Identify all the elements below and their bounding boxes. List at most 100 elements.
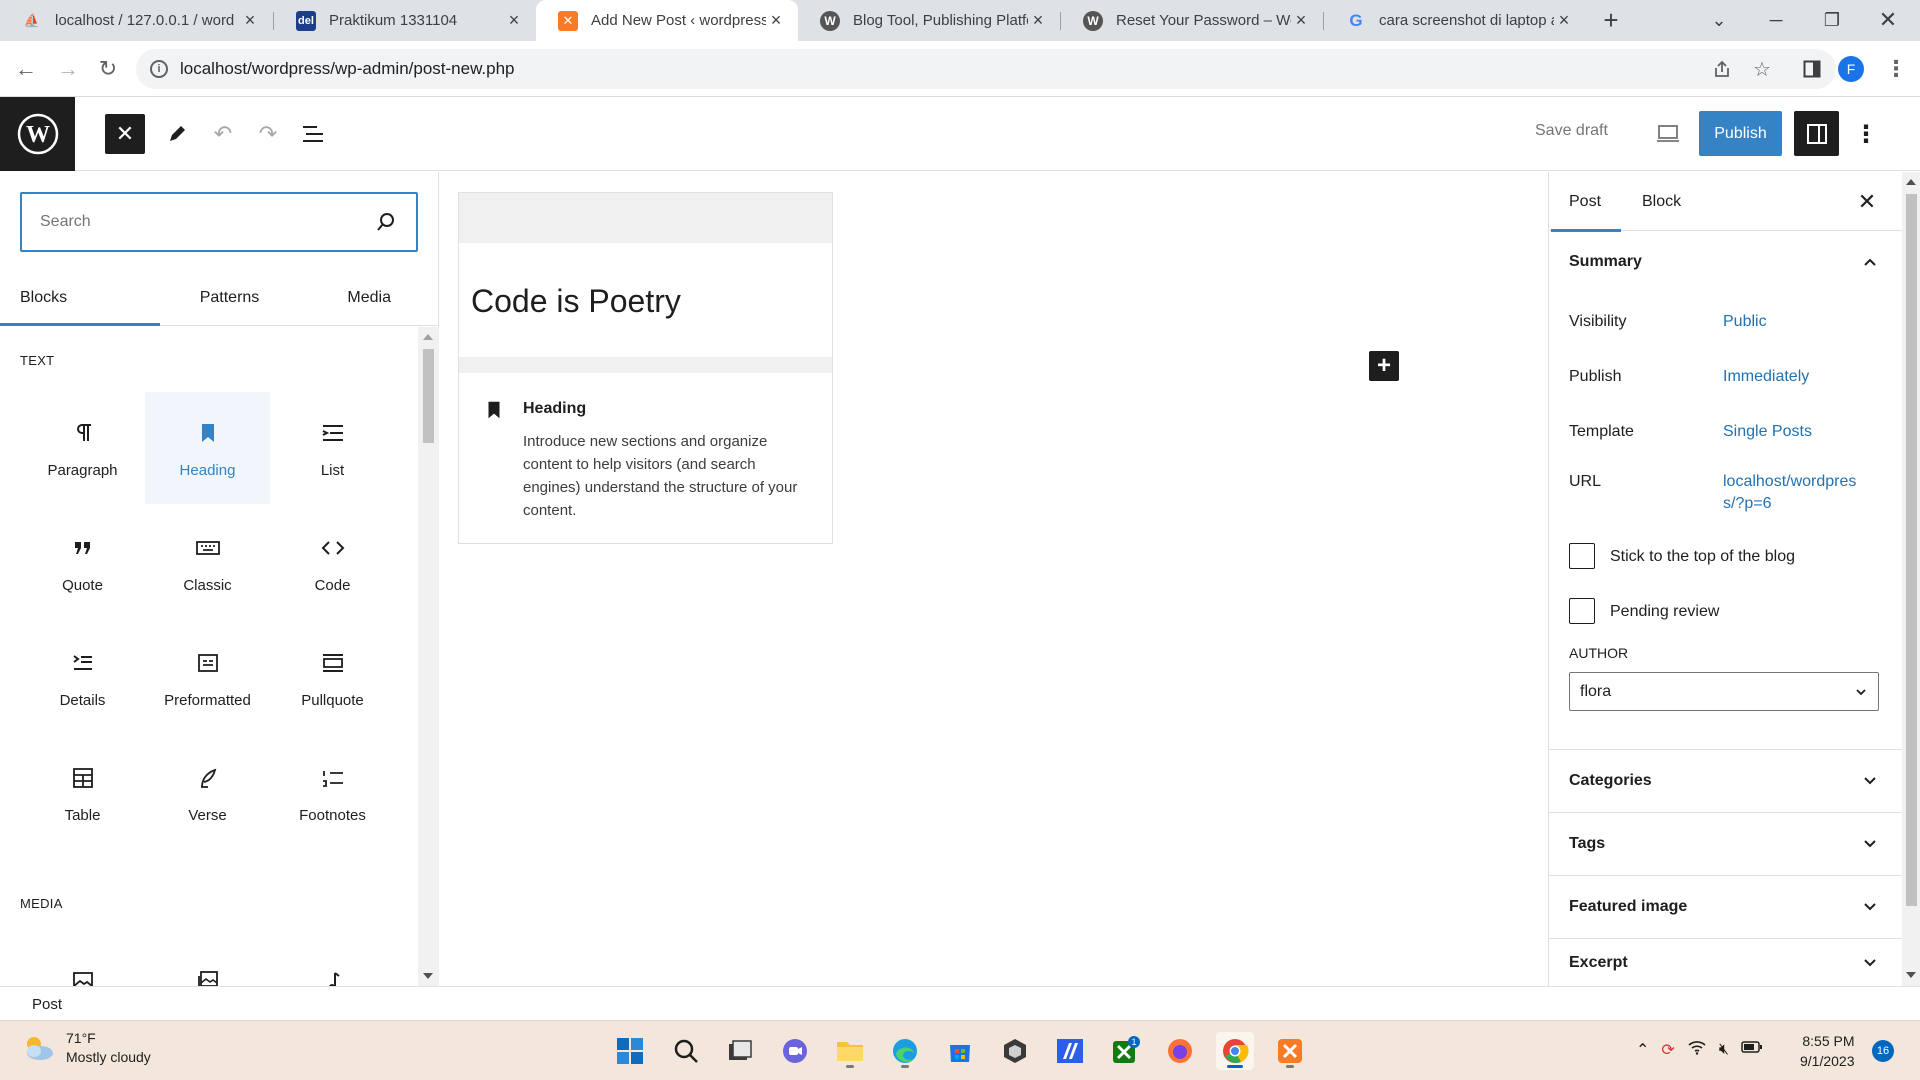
panel-featured-image[interactable]: Featured image <box>1549 875 1902 937</box>
close-icon[interactable]: × <box>766 10 786 31</box>
save-draft-button[interactable]: Save draft <box>1535 122 1608 140</box>
minimize-button[interactable]: ─ <box>1752 4 1800 36</box>
author-select[interactable]: flora <box>1569 672 1879 711</box>
taskbar-search-icon[interactable] <box>667 1032 705 1070</box>
profile-avatar[interactable]: F <box>1838 56 1864 82</box>
publish-value[interactable]: Immediately <box>1723 366 1809 388</box>
browser-tab[interactable]: W Blog Tool, Publishing Platfo × <box>798 0 1060 41</box>
scroll-up-arrow[interactable] <box>1906 179 1916 185</box>
block-gallery[interactable] <box>145 932 270 986</box>
tab-search-icon[interactable]: ⌄ <box>1695 4 1743 36</box>
block-quote[interactable]: Quote <box>20 507 145 619</box>
url-value[interactable]: localhost/wordpres s/?p=6 <box>1723 471 1856 515</box>
breadcrumb[interactable]: Post <box>32 996 62 1013</box>
block-preformatted[interactable]: Preformatted <box>145 622 270 734</box>
file-explorer-icon[interactable] <box>831 1032 869 1070</box>
system-clock[interactable]: 8:55 PM 9/1/2023 <box>1800 1031 1855 1071</box>
maximize-button[interactable]: ❐ <box>1808 4 1856 36</box>
scroll-down-arrow[interactable] <box>423 973 433 979</box>
scrollbar-thumb[interactable] <box>423 349 434 443</box>
browser-tab[interactable]: G cara screenshot di laptop a × <box>1324 0 1586 41</box>
pending-review-checkbox[interactable] <box>1569 598 1595 624</box>
panel-categories[interactable]: Categories <box>1549 749 1902 811</box>
panel-tags[interactable]: Tags <box>1549 812 1902 874</box>
panel-excerpt[interactable]: Excerpt <box>1549 938 1902 986</box>
browser-tab-active[interactable]: ✕ Add New Post ‹ wordpress – × <box>536 0 798 41</box>
close-icon[interactable]: ✕ <box>1851 186 1883 218</box>
visibility-value[interactable]: Public <box>1723 311 1767 333</box>
preview-device-icon[interactable] <box>1650 116 1686 152</box>
wifi-icon[interactable] <box>1687 1039 1707 1060</box>
scroll-down-arrow[interactable] <box>1906 972 1916 978</box>
side-panel-icon[interactable] <box>1796 53 1828 85</box>
block-pullquote[interactable]: Pullquote <box>270 622 395 734</box>
weather-widget[interactable]: 71°F Mostly cloudy <box>20 1029 151 1067</box>
inserter-scrollbar[interactable] <box>418 327 439 986</box>
settings-toggle-button[interactable] <box>1794 111 1839 156</box>
block-table[interactable]: Table <box>20 737 145 849</box>
window-close-button[interactable]: ✕ <box>1864 4 1912 36</box>
panel-summary[interactable]: Summary <box>1549 231 1902 293</box>
block-code[interactable]: Code <box>270 507 395 619</box>
xbox-icon[interactable]: 1 <box>1106 1032 1144 1070</box>
xampp-icon[interactable] <box>1271 1032 1309 1070</box>
volume-muted-icon[interactable]: 🔇︎ <box>1719 1041 1729 1059</box>
forward-button[interactable]: → <box>52 53 84 85</box>
firefox-icon[interactable] <box>1161 1032 1199 1070</box>
block-classic[interactable]: Classic <box>145 507 270 619</box>
wordpress-logo-icon[interactable]: W <box>0 97 75 171</box>
reload-button[interactable]: ↻ <box>92 53 124 85</box>
template-value[interactable]: Single Posts <box>1723 421 1812 443</box>
microsoft-store-icon[interactable] <box>941 1032 979 1070</box>
chevron-up-icon[interactable]: ⌃ <box>1636 1040 1649 1060</box>
share-icon[interactable] <box>1706 53 1738 85</box>
visual-studio-code-icon[interactable] <box>1051 1032 1089 1070</box>
options-menu-icon[interactable]: ⋮ <box>1850 114 1882 154</box>
tab-media[interactable]: Media <box>299 270 439 325</box>
notification-count-badge[interactable]: 16 <box>1872 1040 1894 1062</box>
block-list[interactable]: List <box>270 392 395 504</box>
scrollbar-thumb[interactable] <box>1906 194 1917 906</box>
close-icon[interactable]: × <box>504 10 524 31</box>
address-bar[interactable]: i localhost/wordpress/wp-admin/post-new.… <box>136 49 1836 89</box>
close-inserter-button[interactable]: ✕ <box>105 114 145 154</box>
tab-post[interactable]: Post <box>1550 172 1622 232</box>
chrome-menu-icon[interactable]: ⋮ <box>1880 53 1912 85</box>
sync-icon[interactable]: ⟳ <box>1661 1040 1674 1060</box>
add-block-button[interactable]: + <box>1369 351 1399 381</box>
browser-tab[interactable]: W Reset Your Password – Wor × <box>1061 0 1323 41</box>
sticky-checkbox[interactable] <box>1569 543 1595 569</box>
close-icon[interactable]: × <box>1291 10 1311 31</box>
tab-blocks[interactable]: Blocks <box>0 270 160 326</box>
back-button[interactable]: ← <box>10 53 42 85</box>
unity-icon[interactable] <box>996 1032 1034 1070</box>
scroll-up-arrow[interactable] <box>423 334 433 340</box>
site-info-icon[interactable]: i <box>150 60 168 78</box>
list-view-button[interactable] <box>293 114 333 154</box>
block-details[interactable]: Details <box>20 622 145 734</box>
redo-button[interactable]: ↷ <box>248 114 288 154</box>
tab-block[interactable]: Block <box>1642 172 1681 231</box>
block-paragraph[interactable]: Paragraph <box>20 392 145 504</box>
edge-browser-icon[interactable] <box>886 1032 924 1070</box>
chrome-icon[interactable] <box>1216 1032 1254 1070</box>
block-verse[interactable]: Verse <box>145 737 270 849</box>
new-tab-button[interactable]: + <box>1587 4 1635 36</box>
start-button[interactable] <box>611 1032 649 1070</box>
block-footnotes[interactable]: Footnotes <box>270 737 395 849</box>
block-heading[interactable]: Heading <box>145 392 270 504</box>
sidebar-scrollbar[interactable] <box>1902 172 1920 986</box>
close-icon[interactable]: × <box>1028 10 1048 31</box>
browser-tab[interactable]: del Praktikum 1331104 × <box>274 0 536 41</box>
block-image[interactable] <box>20 932 145 986</box>
teams-chat-icon[interactable] <box>776 1032 814 1070</box>
block-search[interactable] <box>20 192 418 252</box>
close-icon[interactable]: × <box>240 10 260 31</box>
bookmark-star-icon[interactable]: ☆ <box>1746 53 1778 85</box>
tab-patterns[interactable]: Patterns <box>160 270 300 325</box>
block-audio[interactable] <box>270 932 395 986</box>
close-icon[interactable]: × <box>1554 10 1574 31</box>
tools-pencil-icon[interactable] <box>157 114 197 154</box>
browser-tab[interactable]: ⛵ localhost / 127.0.0.1 / word × <box>0 0 272 41</box>
battery-icon[interactable] <box>1741 1040 1763 1059</box>
